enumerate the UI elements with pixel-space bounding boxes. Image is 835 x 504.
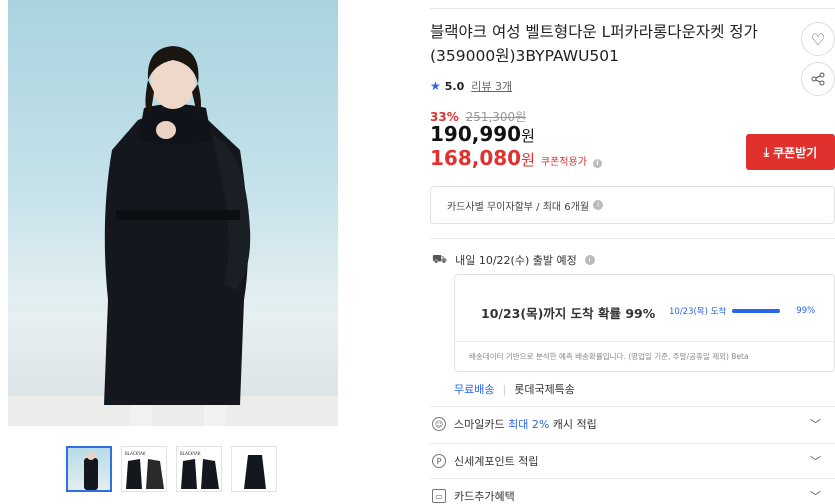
sale-price-unit: 원 [521, 127, 535, 145]
arrival-probability-title: 10/23(목)까지 도착 확률 99% [481, 306, 656, 321]
share-icon [811, 72, 825, 86]
arrival-probability-fill [732, 309, 780, 313]
info-icon[interactable]: i [592, 159, 602, 168]
section-divider [430, 443, 835, 444]
benefit-label: 신세계포인트 적립 [454, 455, 539, 468]
arrival-probability-mini: 10/23(목) 도착 99% [669, 305, 815, 317]
truck-icon: ⛟ [432, 252, 448, 266]
benefit-row-card-extra[interactable]: ▭ 카드추가혜택 ﹀ [430, 480, 835, 504]
dispatch-row: ⛟ 내일 10/22(수) 출발 예정 i [432, 252, 595, 268]
coupon-price: 168,080원 쿠폰적용가 i [430, 146, 602, 170]
info-icon[interactable]: i [584, 255, 595, 265]
star-icon: ★ [430, 79, 441, 93]
coupon-price-unit: 원 [521, 151, 535, 169]
rating-summary: ★ 5.0 리뷰 3개 [430, 78, 512, 94]
benefit-highlight: 최대 2% [508, 418, 550, 431]
rating-score: 5.0 [444, 79, 465, 93]
share-button[interactable] [801, 62, 835, 96]
thumbnail-strip: BLACKYAK BLACKYAK [66, 446, 277, 492]
thumbnail-2[interactable]: BLACKYAK [121, 446, 167, 492]
benefit-suffix: 캐시 적립 [549, 418, 597, 431]
card-installment-box[interactable]: 카드사별 무이자할부 / 최대 6개월 i [430, 186, 835, 224]
benefit-prefix: 스마일카드 [454, 418, 509, 431]
svg-text:BLACKYAK: BLACKYAK [125, 451, 146, 456]
probability-note: 배송데이터 기반으로 분석한 예측 배송확률입니다. (영업일 기준, 주말/공… [469, 352, 749, 361]
thumbnail-3[interactable]: BLACKYAK [176, 446, 222, 492]
benefit-row-smile-card[interactable]: ☺ 스마일카드 최대 2% 캐시 적립 ﹀ [430, 408, 835, 440]
thumbnail-1[interactable] [66, 446, 112, 492]
thumbnail-4[interactable] [231, 446, 277, 492]
heart-icon: ♡ [810, 29, 826, 49]
review-link[interactable]: 리뷰 3개 [471, 78, 512, 94]
sale-price-value: 190,990 [430, 122, 522, 146]
arrival-date-label: 10/23(목) 도착 [669, 307, 727, 317]
product-title: 블랙야크 여성 벨트형다운 L퍼카라롱다운자켓 정가(359000원)3BYPA… [430, 23, 758, 65]
coupon-price-tag: 쿠폰적용가 [540, 157, 587, 168]
sale-price: 190,990원 [430, 122, 535, 146]
download-icon: ⤓ [763, 144, 770, 159]
section-divider [430, 238, 835, 239]
arrival-probability-box: 10/23(목)까지 도착 확률 99% 10/23(목) 도착 99% 배송데… [454, 274, 835, 372]
top-divider [430, 8, 835, 9]
coupon-price-value: 168,080 [430, 146, 522, 170]
smile-card-icon: ☺ [432, 417, 446, 431]
shipping-methods: 무료배송 | 롯데국제특송 [454, 381, 575, 397]
probability-divider [455, 341, 834, 342]
get-coupon-button[interactable]: ⤓ 쿠폰받기 [746, 134, 835, 170]
card-installment-text: 카드사별 무이자할부 / 최대 6개월 [447, 201, 590, 213]
chevron-down-icon[interactable]: ﹀ [810, 416, 821, 432]
info-icon[interactable]: i [593, 200, 604, 210]
section-divider [430, 406, 835, 407]
wishlist-button[interactable]: ♡ [801, 22, 835, 56]
dispatch-text: 내일 10/22(수) 출발 예정 [455, 254, 577, 267]
points-icon: P [432, 454, 446, 468]
method-separator: | [502, 382, 507, 396]
carrier-label: 롯데국제특송 [514, 383, 575, 396]
card-benefit-icon: ▭ [432, 489, 446, 503]
arrival-probability-bar [732, 309, 781, 313]
chevron-down-icon[interactable]: ﹀ [810, 488, 821, 504]
section-divider [430, 478, 835, 479]
get-coupon-label: 쿠폰받기 [773, 145, 818, 160]
benefit-row-points[interactable]: P 신세계포인트 적립 ﹀ [430, 445, 835, 477]
chevron-down-icon[interactable]: ﹀ [810, 453, 821, 469]
benefit-label: 카드추가혜택 [454, 490, 515, 503]
free-shipping-label: 무료배송 [454, 383, 495, 396]
arrival-probability-pct: 99% [796, 306, 816, 316]
model-wearing-coat [104, 46, 251, 426]
svg-text:BLACKYAK: BLACKYAK [180, 451, 201, 456]
main-product-image[interactable] [8, 0, 338, 426]
